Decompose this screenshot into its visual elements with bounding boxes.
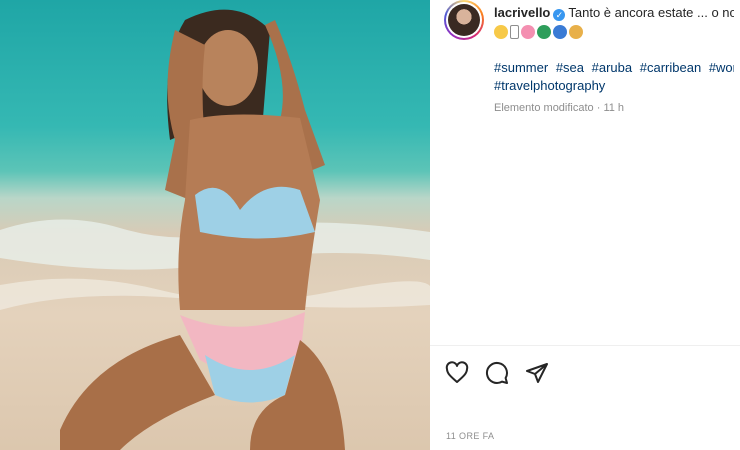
paper-plane-icon: [526, 363, 548, 383]
wave-icon: [553, 25, 567, 39]
like-button[interactable]: [444, 360, 470, 386]
heart-icon: [445, 361, 469, 383]
globe-icon: [537, 25, 551, 39]
post-detail-panel: lacrivello ✓ Tanto è ancora estate ... o n…: [430, 0, 740, 450]
hashtag-link[interactable]: #sea: [556, 60, 584, 75]
edited-label: Elemento modificato: [494, 102, 594, 114]
avatar-image: [448, 4, 480, 36]
hashtag-link[interactable]: #summer: [494, 60, 548, 75]
caption-emojis: [494, 23, 734, 41]
section-divider: [430, 345, 740, 346]
verified-badge-icon: ✓: [553, 9, 566, 21]
hashtag-link[interactable]: #worldtravelpic: [709, 60, 734, 75]
hand-icon: [569, 25, 583, 39]
comment-button[interactable]: [484, 360, 510, 386]
share-button[interactable]: [524, 360, 550, 386]
hashtags: #summer #sea #aruba #carribean #worldtra…: [494, 59, 734, 95]
caption-text: Tanto è ancora estate ... o no: [568, 5, 734, 20]
hashtag-link[interactable]: #travelphotography: [494, 78, 605, 93]
edited-meta: Elemento modificato · 11 h: [494, 102, 625, 114]
hashtag-link[interactable]: #carribean: [640, 60, 701, 75]
hashtag-link[interactable]: #aruba: [592, 60, 632, 75]
username-link[interactable]: lacrivello: [494, 5, 550, 20]
edited-time: 11 h: [603, 102, 625, 114]
caption-comment: lacrivello ✓ Tanto è ancora estate ... o n…: [444, 0, 740, 117]
sunglasses-face-icon: [494, 25, 508, 39]
post-timestamp[interactable]: 11 ORE FA: [446, 431, 494, 441]
post-photo[interactable]: [0, 0, 430, 450]
sun-icon: [510, 25, 519, 39]
comment-bubble-icon: [485, 361, 508, 384]
hibiscus-icon: [521, 25, 535, 39]
avatar[interactable]: [444, 0, 484, 40]
action-bar: [444, 360, 550, 386]
beach-photo-illustration: [0, 9, 430, 450]
